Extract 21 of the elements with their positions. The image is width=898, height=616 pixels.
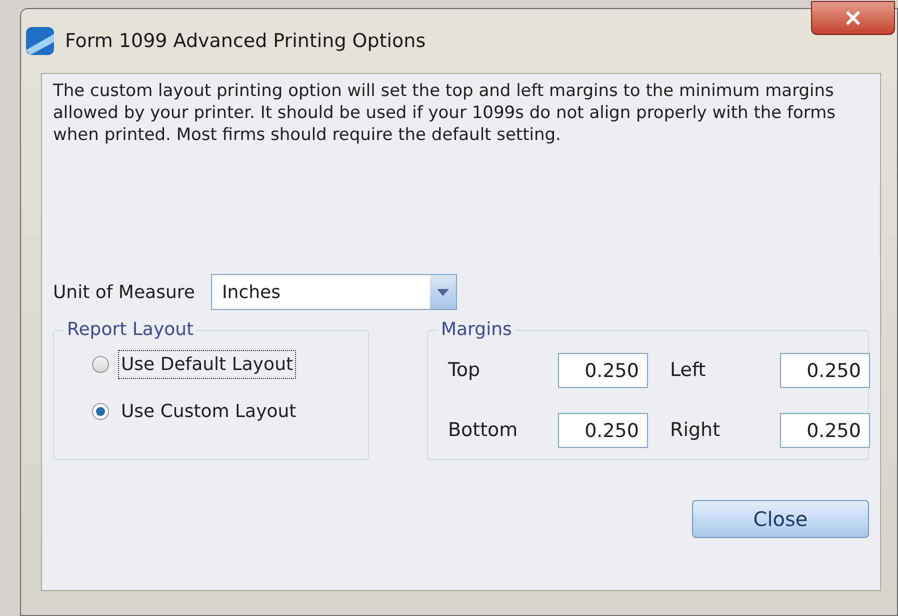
unit-dropdown[interactable]: Inches bbox=[211, 274, 457, 310]
dropdown-caret-icon bbox=[437, 288, 449, 296]
field-label: Top bbox=[448, 358, 482, 384]
window-title: Form 1099 Advanced Printing Options bbox=[65, 28, 426, 54]
close-icon bbox=[845, 11, 861, 25]
layout-radio[interactable]: Use Custom Layout bbox=[92, 398, 298, 425]
field-label: Bottom bbox=[448, 418, 519, 444]
margin-field[interactable]: 0.250 bbox=[558, 413, 648, 448]
close-button[interactable] bbox=[811, 1, 895, 35]
app-logo-icon bbox=[25, 26, 55, 56]
unit-label: Unit of Measure bbox=[53, 280, 196, 304]
description-text: The custom layout printing option will set the top and left margins to the minimum margins allowed by your printer. It should be used if your 1099s do not align properly with the forms when printed. Most firms should require the default setting. bbox=[53, 80, 837, 146]
margin-field[interactable]: 0.250 bbox=[780, 353, 870, 388]
close-dialog-button[interactable]: Close bbox=[692, 500, 869, 538]
field-label: Left bbox=[670, 358, 707, 384]
group-title: Margins bbox=[438, 319, 515, 341]
margin-field[interactable]: 0.250 bbox=[558, 353, 648, 388]
margin-field[interactable]: 0.250 bbox=[780, 413, 870, 448]
group-title: Report Layout bbox=[64, 319, 197, 341]
field-label: Right bbox=[670, 418, 722, 444]
layout-radio[interactable]: Use Default Layout bbox=[92, 351, 296, 378]
